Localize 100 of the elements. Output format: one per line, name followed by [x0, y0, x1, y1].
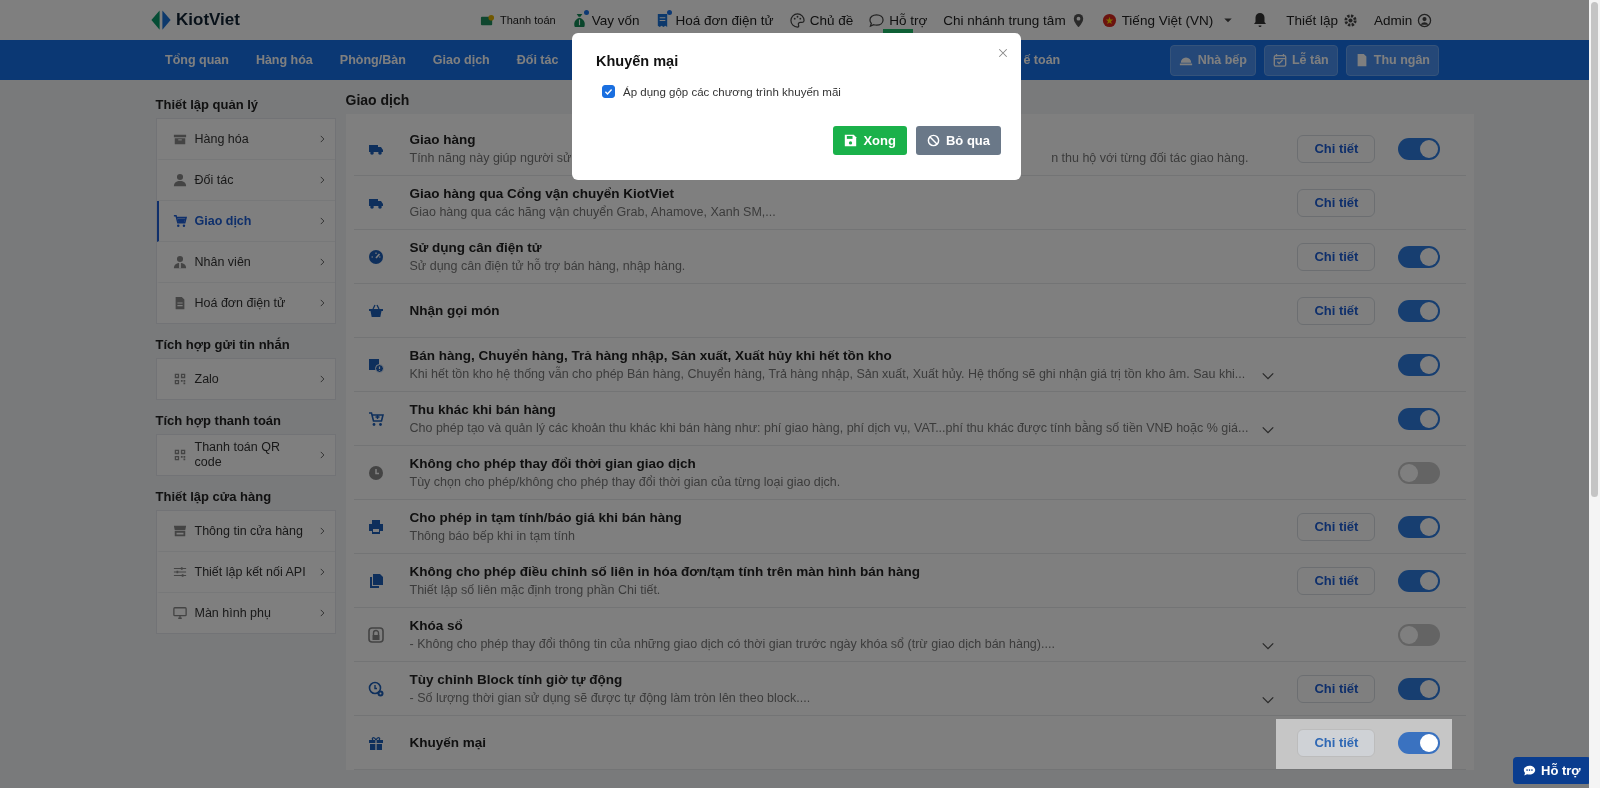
toggle-switch[interactable]: [1398, 461, 1441, 484]
money-bag-icon: [571, 12, 587, 28]
user-menu[interactable]: Admin: [1373, 0, 1433, 40]
cancel-button[interactable]: Bỏ qua: [915, 126, 1001, 155]
setting-description: Giao hàng qua các hãng vận chuyển Grab, Ahamove, Xanh SM,...: [409, 205, 776, 219]
nav-item[interactable]: Phòng/Bàn: [339, 53, 406, 67]
detail-button[interactable]: Chi tiết: [1297, 674, 1376, 703]
save-button[interactable]: Xong: [833, 126, 907, 155]
sidebar-item[interactable]: Đối tác: [156, 160, 335, 201]
section-title: Tích hợp thanh toán: [155, 412, 282, 430]
detail-button[interactable]: Chi tiết: [1297, 296, 1376, 325]
setting-title: Thu khác khi bán hàng: [409, 402, 556, 417]
settings-menu[interactable]: Thiết lập: [1286, 0, 1358, 40]
setting-title: Giao hàng qua Cổng vận chuyển KiotViet: [409, 186, 675, 201]
setting-title: Nhận gọi món: [409, 303, 500, 318]
notification-dot: [667, 10, 673, 15]
nav-button[interactable]: Thu ngân: [1345, 44, 1439, 76]
setting-description: Sử dụng cân điện tử hỗ trợ bán hàng, nhập hàng.: [409, 259, 686, 273]
store-icon: [172, 524, 187, 538]
toggle-switch[interactable]: [1398, 299, 1441, 322]
setting-description: - Không cho phép thay đổi thông tin của những giao dịch có thời gian trước ngày khóa sổ (trừ giao dịch bán hàng)....: [409, 637, 1055, 651]
toggle-switch[interactable]: [1398, 569, 1441, 592]
cart-icon: [172, 214, 187, 228]
page-title: Giao dịch: [345, 91, 410, 110]
setting-title: Cho phép in tạm tính/báo giá khi bán hàng: [409, 510, 682, 525]
settings-icon: [1342, 12, 1358, 28]
qr-code-icon: [172, 448, 187, 462]
person-icon: [172, 173, 187, 187]
logo-text: KiotViet: [176, 10, 240, 30]
toggle-switch[interactable]: [1398, 623, 1441, 646]
prohibited-icon: [926, 134, 940, 147]
nav-item[interactable]: Giao dịch: [432, 53, 490, 67]
setting-description: Khi hết tồn kho hệ thống vẫn cho phép Bán hàng, Chuyển hàng, Trả hàng nhập, Sản xuất, Xuất hủy. Hệ thống sẽ ghi nhận giá trị tồn kho âm. Sau khi...: [409, 367, 1246, 381]
nav-button[interactable]: Nhà bếp: [1169, 44, 1256, 76]
toggle-switch[interactable]: [1398, 515, 1441, 538]
calendar-icon: [1272, 53, 1287, 67]
setting-title: Không cho phép thay đổi thời gian giao dịch: [409, 456, 696, 471]
qr-code-icon: [172, 372, 187, 386]
nav-item[interactable]: Tổng quan: [165, 53, 229, 67]
checkbox[interactable]: [602, 85, 615, 98]
setting-title: Giao hàng: [409, 132, 476, 147]
sidebar-item[interactable]: Thiết lập kết nối API: [156, 552, 335, 593]
notification-dot: [583, 10, 589, 15]
setting-description: - Số lượng thời gian sử dụng sẽ được tự động làm tròn lên theo block....: [409, 691, 811, 705]
header-menu-item[interactable]: Chi nhánh trung tâm: [943, 0, 1086, 40]
box-icon: [172, 132, 187, 146]
sidebar-item[interactable]: Thanh toán QR code: [156, 435, 335, 475]
chat-icon: [1523, 764, 1536, 777]
detail-button[interactable]: Chi tiết: [1297, 242, 1376, 271]
detail-button[interactable]: Chi tiết: [1297, 134, 1376, 163]
toggle-switch[interactable]: [1398, 731, 1441, 754]
user-icon: [1417, 12, 1433, 28]
toggle-switch[interactable]: [1398, 137, 1441, 160]
header-menu-item[interactable]: Tiếng Việt (VN): [1101, 0, 1235, 40]
flag-icon: [1101, 12, 1117, 28]
close-icon: [997, 47, 1009, 59]
header-menu-item[interactable]: Chủ đề: [789, 0, 854, 40]
chat-icon: [869, 12, 885, 28]
logo-icon: [150, 9, 172, 31]
detail-button[interactable]: Chi tiết: [1297, 728, 1376, 757]
checkmark-icon: [603, 86, 614, 97]
sidebar-item[interactable]: Hàng hóa: [156, 119, 335, 160]
nav-button[interactable]: Lễ tân: [1263, 44, 1338, 76]
setting-description: n thu hộ với từng đối tác giao hàng.: [1051, 151, 1249, 165]
detail-button[interactable]: Chi tiết: [1297, 188, 1376, 217]
money-icon: [480, 12, 495, 28]
nav-item[interactable]: Hàng hóa: [255, 53, 313, 67]
detail-button[interactable]: Chi tiết: [1297, 566, 1376, 595]
sidebar-item[interactable]: Nhân viên: [156, 242, 335, 283]
setting-description: Tính năng này giúp người sử: [409, 151, 572, 165]
checkbox-label: Áp dụng gộp các chương trình khuyến mãi: [623, 85, 841, 98]
sidebar-item[interactable]: Zalo: [156, 359, 335, 399]
help-button[interactable]: Hỗ trợ: [1513, 757, 1591, 784]
nav-item[interactable]: ế toán: [1023, 53, 1061, 67]
header-menu-item[interactable]: Vay vốn: [571, 0, 640, 40]
nav-item[interactable]: Đối tác: [516, 53, 559, 67]
save-icon: [844, 134, 858, 147]
toggle-switch[interactable]: [1398, 245, 1441, 268]
toggle-switch[interactable]: [1398, 353, 1441, 376]
palette-icon: [789, 12, 805, 28]
toggle-switch[interactable]: [1398, 677, 1441, 700]
setting-description: Cho phép tạo và quản lý các khoản thu khác khi bán hàng như: phí giao hàng, phí dịch vụ, VAT...phí thu khác được tính bằng số tiền VNĐ hoặc % giá...: [409, 421, 1249, 435]
scrollbar-thumb[interactable]: [1591, 2, 1598, 497]
header-menu-item[interactable]: Thanh toán: [480, 0, 556, 40]
setting-title: Sử dụng cân điện tử: [409, 240, 542, 255]
setting-description: Thông báo bếp khi in tạm tính: [409, 529, 575, 543]
sidebar-item[interactable]: Giao dịch: [156, 201, 335, 242]
setting-title: Khuyến mại: [409, 735, 487, 750]
sidebar-item[interactable]: Hoá đơn điện tử: [156, 283, 335, 323]
sidebar-item[interactable]: Thông tin cửa hàng: [156, 511, 335, 552]
section-title: Tích hợp gửi tin nhắn: [155, 336, 291, 354]
toggle-switch[interactable]: [1398, 407, 1441, 430]
setting-description: Tùy chọn cho phép/không cho phép thay đổi thời gian của từng loại giao dịch.: [409, 475, 841, 489]
sliders-icon: [172, 565, 187, 579]
header-menu-item[interactable]: Hoá đơn điện tử: [655, 0, 774, 40]
detail-button[interactable]: Chi tiết: [1297, 512, 1376, 541]
modal-title: Khuyến mại: [596, 53, 680, 69]
setting-title: Khóa sổ: [409, 618, 463, 633]
sidebar-item[interactable]: Màn hình phụ: [156, 593, 335, 633]
setting-description: Thiết lập số liên mặc định trong phần Chi tiết.: [409, 583, 661, 597]
